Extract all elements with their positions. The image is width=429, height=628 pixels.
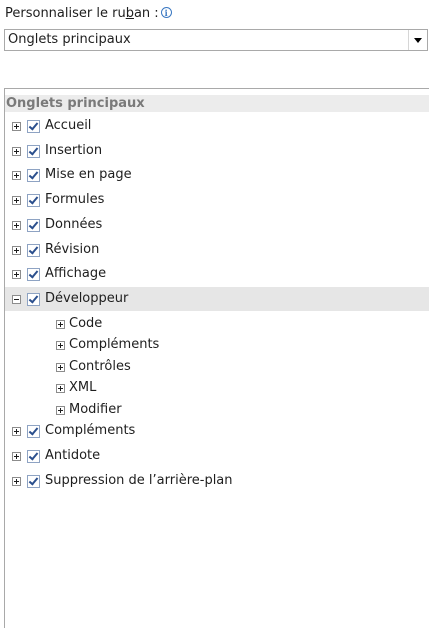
tree-item-label: Antidote [45,447,101,463]
expand-icon[interactable] [12,245,21,255]
tree-item-label: Données [45,216,103,232]
tab-checkbox[interactable] [27,218,40,232]
tree-item[interactable]: Formules [5,188,429,212]
tree-subitem[interactable]: Modifier [5,398,429,422]
tree-item-label: Suppression de l’arrière-plan [45,472,233,488]
tree-item[interactable]: Suppression de l’arrière-plan [5,469,429,493]
tree-item-label: Formules [45,192,105,208]
tree-item[interactable]: Révision [5,238,429,262]
tab-checkbox[interactable] [27,474,40,488]
tabs-type-dropdown-value: Onglets principaux [8,32,131,47]
tree-subitem[interactable]: Compléments [5,333,429,357]
expand-icon[interactable] [56,384,65,394]
tree-item-label: Insertion [45,142,103,158]
tab-checkbox[interactable] [27,268,40,282]
tree-item-label: Affichage [45,266,107,282]
tree-item[interactable]: Insertion [5,139,429,163]
tree-item[interactable]: Données [5,213,429,237]
customize-ribbon-label: Personnaliser le ruban :i [5,4,172,24]
tree-item-label: Contrôles [69,358,131,374]
tree-item-label: Code [69,315,103,331]
tree-item[interactable]: Développeur [5,286,429,311]
tree-subitem[interactable]: XML [5,376,429,400]
tree-item[interactable]: Compléments [5,419,429,443]
expand-icon[interactable] [12,476,21,486]
customize-ribbon-label-post: an : [133,6,159,21]
expand-icon[interactable] [12,196,21,206]
tab-checkbox[interactable] [27,243,40,257]
expand-icon[interactable] [12,270,21,280]
tree-item[interactable]: Antidote [5,444,429,468]
expand-icon[interactable] [56,362,65,372]
expand-icon[interactable] [12,220,21,230]
tree-group-title: Onglets principaux [6,96,145,111]
expand-icon[interactable] [12,122,21,131]
expand-icon[interactable] [12,451,21,461]
expand-icon[interactable] [12,146,21,156]
tab-checkbox[interactable] [27,120,40,133]
tree-item-label: Développeur [45,290,129,306]
tree-item-label: XML [69,380,97,396]
expand-icon[interactable] [12,171,21,181]
tree-item-label: Révision [45,241,100,257]
expand-icon[interactable] [56,319,65,329]
expand-icon[interactable] [56,341,65,351]
customize-ribbon-label-accesskey: b [125,6,134,21]
tab-checkbox[interactable] [27,194,40,208]
tree-item-label: Compléments [69,337,160,353]
dropdown-arrow-icon[interactable] [408,30,427,50]
tree-item-label: Accueil [45,118,92,133]
tab-checkbox[interactable] [27,292,40,306]
expand-icon[interactable] [56,405,65,415]
tree-item-label: Mise en page [45,167,132,183]
tree-item[interactable]: Accueil [5,114,429,138]
tree-item[interactable]: Affichage [5,262,429,286]
ribbon-tabs-tree[interactable]: Onglets principaux Accueil Insertion Mise … [4,88,429,628]
info-icon[interactable]: i [160,7,172,18]
tree-item-label: Compléments [45,423,136,439]
tree-item-label: Modifier [69,401,122,417]
tree-subitem[interactable]: Code [5,312,429,336]
tab-checkbox[interactable] [27,449,40,463]
tab-checkbox[interactable] [27,425,40,439]
tree-subitem[interactable]: Contrôles [5,355,429,379]
collapse-icon[interactable] [12,294,21,304]
tab-checkbox[interactable] [27,169,40,183]
tab-checkbox[interactable] [27,144,40,158]
tree-group-header: Onglets principaux [5,95,429,112]
tree-item[interactable]: Mise en page [5,163,429,187]
customize-ribbon-label-pre: Personnaliser le ru [5,6,126,21]
expand-icon[interactable] [12,427,21,437]
tabs-type-dropdown[interactable]: Onglets principaux [4,29,428,51]
